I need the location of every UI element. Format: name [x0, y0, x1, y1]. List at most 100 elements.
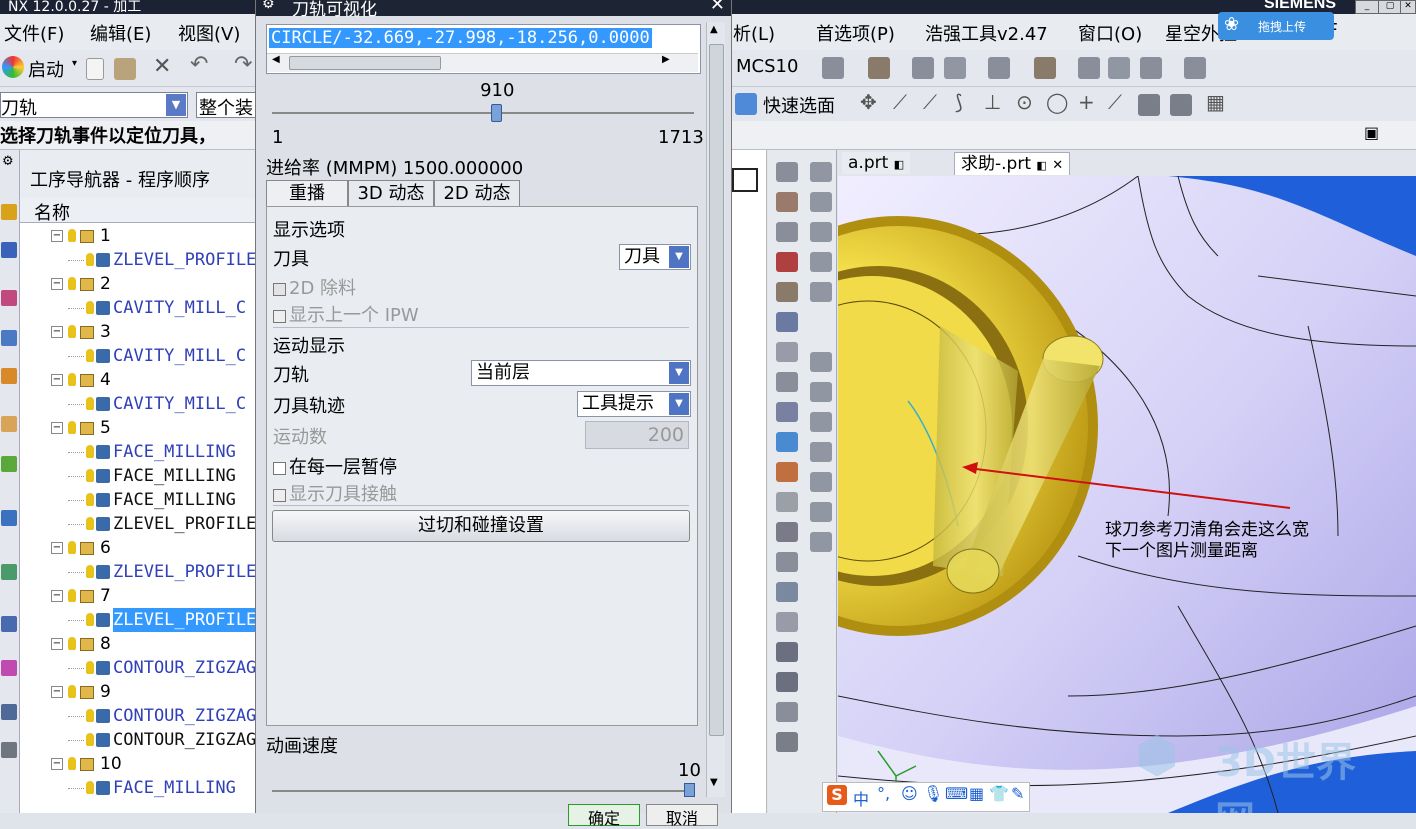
sheet-icon[interactable] — [776, 702, 798, 722]
postprocess-icon[interactable] — [776, 522, 798, 542]
machine-tool-navigator-icon[interactable] — [1, 368, 17, 384]
operation-row[interactable]: ZLEVEL_PROFILE — [20, 512, 256, 536]
center-icon[interactable]: ⊙ — [1016, 90, 1033, 114]
feeds-speeds-icon[interactable] — [776, 612, 798, 632]
pause-each-level-checkbox[interactable]: 在每一层暂停 — [273, 453, 397, 479]
roles-icon[interactable] — [1, 742, 17, 758]
cancel-button[interactable]: 取消 — [646, 804, 718, 828]
collapse-icon[interactable]: − — [51, 542, 63, 554]
scrollbar-thumb[interactable] — [289, 56, 441, 70]
toolpath-dropdown[interactable]: 当前层 ▼ — [471, 360, 691, 386]
restore-button[interactable]: ▢ — [1378, 0, 1402, 14]
collapse-icon[interactable]: − — [51, 230, 63, 242]
menu-view[interactable]: 视图(V) — [178, 20, 240, 46]
copy-op-icon[interactable] — [810, 222, 832, 242]
collapse-icon[interactable]: − — [51, 590, 63, 602]
dialog-scroll-thumb[interactable] — [709, 44, 724, 736]
scroll-left-icon[interactable]: ◀ — [272, 54, 280, 65]
program-group-row[interactable]: −9 — [20, 680, 255, 704]
tool-display-dropdown[interactable]: 刀具 ▼ — [619, 244, 691, 270]
operation-row[interactable]: CONTOUR_ZIGZAG — [20, 704, 256, 728]
method-view-icon[interactable] — [776, 252, 798, 272]
analysis-icon[interactable] — [810, 502, 832, 522]
edit-object-icon[interactable] — [810, 352, 832, 372]
program-group-row[interactable]: − 10 — [20, 752, 255, 776]
tab-help-prt[interactable]: 求助-.prt ◧ ✕ — [954, 152, 1071, 175]
operation-row[interactable]: FACE_MILLING — [20, 776, 255, 800]
program-group-row[interactable]: −5 — [20, 416, 255, 440]
scroll-right-icon[interactable]: ▶ — [662, 54, 670, 65]
redo-icon[interactable]: ↷ — [234, 52, 252, 77]
simulate-icon[interactable] — [776, 492, 798, 512]
constraint-navigator-icon[interactable] — [1, 290, 17, 306]
verify-toolpath-icon[interactable] — [776, 462, 798, 482]
create-method-icon[interactable] — [776, 372, 798, 392]
settings-wrench-icon[interactable]: ✎ — [1011, 784, 1024, 803]
program-group-row[interactable]: −8 — [20, 632, 255, 656]
paste-op-icon[interactable] — [810, 252, 832, 272]
emoji-icon[interactable]: ☺ — [901, 784, 918, 803]
operation-row[interactable]: ZLEVEL_PROFILE — [20, 560, 256, 584]
menu-file[interactable]: 文件(F) — [4, 20, 64, 46]
machining-view-icon[interactable] — [810, 162, 832, 182]
horizontal-scrollbar[interactable]: ◀ ▶ — [267, 53, 698, 72]
transform-icon[interactable] — [810, 442, 832, 462]
program-group-row[interactable]: −1 — [20, 224, 255, 248]
menu-edit[interactable]: 编辑(E) — [90, 20, 151, 46]
program-group-row[interactable]: −6 — [20, 536, 255, 560]
move-icon[interactable]: ✥ — [860, 90, 877, 114]
menu-haoqiang-tools[interactable]: 浩强工具v2.47 — [925, 20, 1048, 46]
collapse-icon[interactable]: − — [51, 422, 63, 434]
scroll-down-icon[interactable]: ▼ — [710, 777, 718, 788]
program-group-row[interactable]: −2 — [20, 272, 255, 296]
info-icon[interactable] — [810, 412, 832, 432]
collapse-icon[interactable]: − — [51, 638, 63, 650]
show-previous-ipw-checkbox[interactable]: 显示上一个 IPW — [273, 301, 419, 327]
upload-badge[interactable]: ❀ 拖拽上传 — [1218, 12, 1334, 40]
animation-speed-thumb[interactable] — [684, 783, 695, 797]
operation-navigator-icon[interactable] — [1, 330, 17, 346]
create-operation-icon[interactable] — [776, 402, 798, 422]
text-icon[interactable] — [776, 732, 798, 752]
point-on-face-icon[interactable] — [1138, 94, 1160, 116]
start-menu-button[interactable]: 启动 — [28, 56, 64, 82]
operation-row[interactable]: CAVITY_MILL_C — [20, 392, 255, 416]
minimize-button[interactable]: _ — [1355, 0, 1379, 14]
menu-preferences[interactable]: 首选项(P) — [816, 20, 895, 46]
bounded-grid-icon[interactable] — [1170, 94, 1192, 116]
create-program-icon[interactable] — [776, 282, 798, 302]
ok-button[interactable]: 确定 — [568, 804, 640, 828]
skin-icon[interactable]: 👕 — [989, 784, 1009, 803]
web-browser-icon[interactable] — [1, 510, 17, 526]
collapse-icon[interactable]: − — [51, 326, 63, 338]
show-tool-contact-checkbox[interactable]: 显示刀具接触 — [273, 480, 397, 506]
reuse-library-icon[interactable] — [1, 416, 17, 432]
undo-icon[interactable]: ↶ — [190, 52, 208, 77]
section-view-icon[interactable] — [1140, 57, 1162, 79]
program-group-row[interactable]: −4 — [20, 368, 255, 392]
collapse-icon[interactable]: − — [51, 686, 63, 698]
status-expand-icon[interactable]: ▣ — [1364, 123, 1379, 142]
iso-view-icon[interactable] — [912, 57, 934, 79]
program-group-row[interactable]: −3 — [20, 320, 255, 344]
wireframe-icon[interactable] — [1078, 57, 1100, 79]
collapse-icon[interactable]: − — [51, 278, 63, 290]
toolpath-event-line[interactable]: CIRCLE/-32.669,-27.998,-18.256,0.0000 — [269, 28, 652, 48]
operation-row[interactable]: CAVITY_MILL_C — [20, 296, 255, 320]
quadrant-icon[interactable]: ◯ — [1046, 90, 1068, 114]
mcs-label[interactable]: MCS10 — [736, 56, 798, 77]
operation-row[interactable]: FACE_MILLING — [20, 488, 255, 512]
toolpath-event-list[interactable]: CIRCLE/-32.669,-27.998,-18.256,0.0000 ◀ … — [266, 24, 701, 74]
point-on-curve-icon[interactable]: ⟋ — [1108, 90, 1122, 114]
view-cube-icon[interactable] — [822, 57, 844, 79]
operation-row[interactable]: CONTOUR_ZIGZAG — [20, 656, 256, 680]
motion-count-field[interactable]: 200 — [585, 421, 689, 449]
punctuation-icon[interactable]: °, — [877, 784, 890, 803]
delete-op-icon[interactable] — [810, 382, 832, 402]
display-icon[interactable] — [810, 282, 832, 302]
gear-icon[interactable]: ⚙ — [262, 0, 275, 12]
annotation-icon[interactable] — [776, 672, 798, 692]
endpoint-icon[interactable]: ⟋ — [923, 90, 937, 114]
gear-icon[interactable]: ⚙ — [2, 154, 14, 169]
create-tool-icon[interactable] — [776, 312, 798, 332]
